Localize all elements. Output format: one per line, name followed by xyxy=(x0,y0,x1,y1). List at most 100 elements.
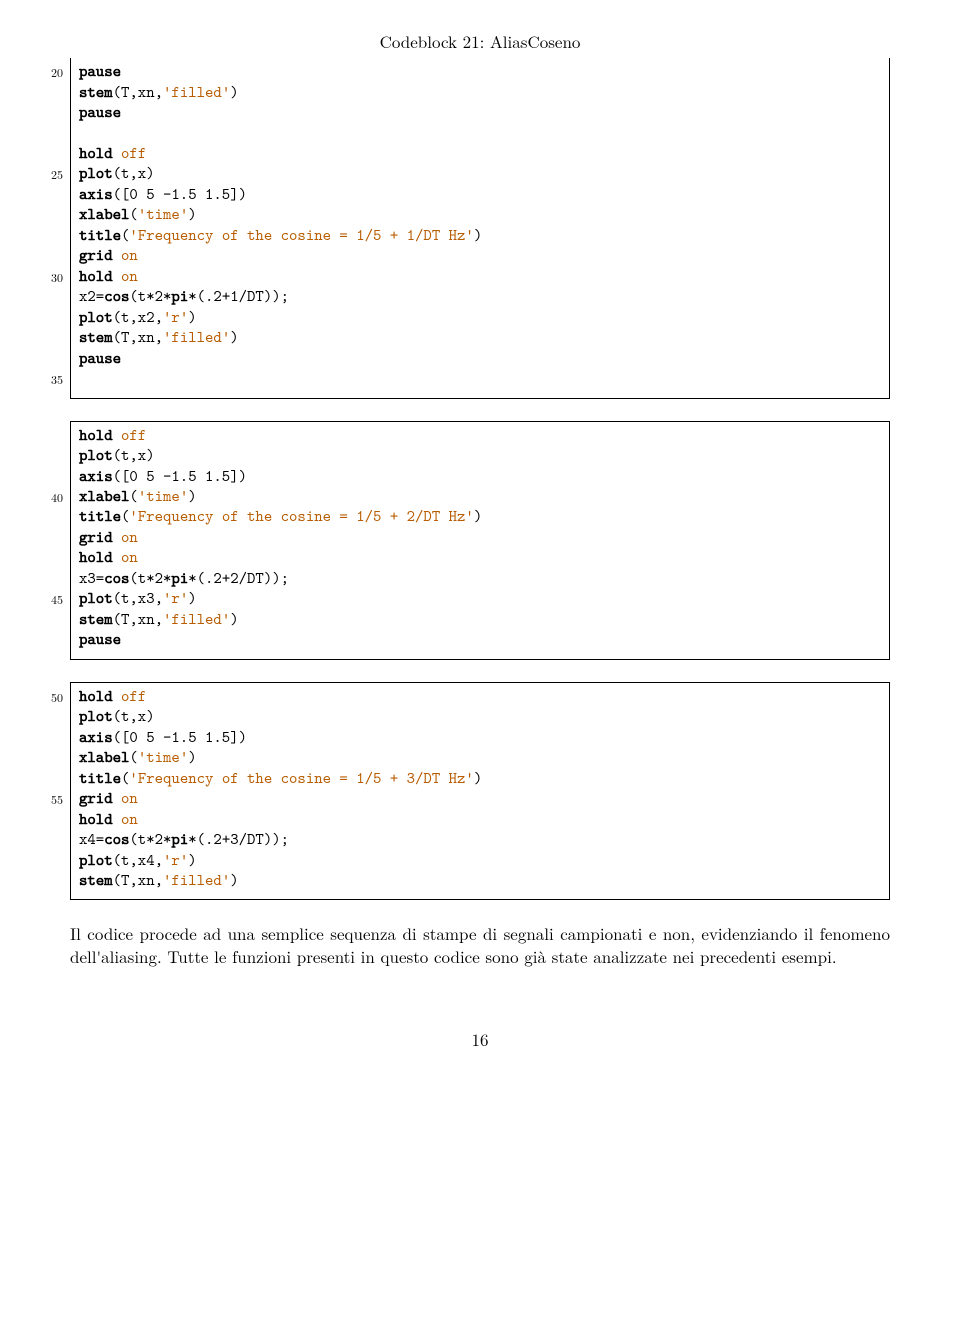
code-content: hold on xyxy=(71,810,138,830)
line-number xyxy=(23,467,71,487)
code-content: title('Frequency of the cosine = 1/5 + 1… xyxy=(71,226,482,246)
code-line: stem(T,xn,'filled') xyxy=(71,871,889,891)
code-content: grid on xyxy=(71,789,138,809)
line-number xyxy=(23,610,71,630)
code-line: plot(t,x4,'r') xyxy=(71,851,889,871)
code-line: axis([0 5 -1.5 1.5]) xyxy=(71,467,889,487)
line-number xyxy=(23,205,71,225)
code-content: plot(t,x) xyxy=(71,164,155,184)
line-number: 25 xyxy=(23,164,71,184)
code-content: plot(t,x4,'r') xyxy=(71,851,197,871)
code-line: x3=cos(t*2*pi*(.2+2/DT)); xyxy=(71,569,889,589)
code-line: 55grid on xyxy=(71,789,889,809)
code-content: pause xyxy=(71,103,121,123)
line-number xyxy=(23,548,71,568)
code-content: hold on xyxy=(71,267,138,287)
code-content: axis([0 5 -1.5 1.5]) xyxy=(71,728,247,748)
code-content: pause xyxy=(71,630,121,650)
line-number xyxy=(23,769,71,789)
code-content: plot(t,x) xyxy=(71,707,155,727)
code-content: stem(T,xn,'filled') xyxy=(71,83,239,103)
code-line: 35 xyxy=(71,369,889,389)
code-content: grid on xyxy=(71,528,138,548)
line-number xyxy=(23,308,71,328)
code-line: plot(t,x2,'r') xyxy=(71,308,889,328)
line-number xyxy=(23,349,71,369)
code-content: pause xyxy=(71,62,121,82)
code-content: x3=cos(t*2*pi*(.2+2/DT)); xyxy=(71,569,289,589)
line-number xyxy=(23,728,71,748)
line-number xyxy=(23,707,71,727)
line-number xyxy=(23,871,71,891)
line-number xyxy=(23,226,71,246)
line-number xyxy=(23,328,71,348)
code-line: grid on xyxy=(71,246,889,266)
code-line: axis([0 5 -1.5 1.5]) xyxy=(71,185,889,205)
line-number xyxy=(23,630,71,650)
line-number: 35 xyxy=(23,369,71,389)
code-line: title('Frequency of the cosine = 1/5 + 1… xyxy=(71,226,889,246)
code-line: grid on xyxy=(71,528,889,548)
code-line: stem(T,xn,'filled') xyxy=(71,610,889,630)
code-line: 40xlabel('time') xyxy=(71,487,889,507)
code-content: pause xyxy=(71,349,121,369)
code-content xyxy=(71,124,87,144)
line-number xyxy=(23,103,71,123)
line-number xyxy=(23,246,71,266)
line-number: 40 xyxy=(23,487,71,507)
code-content: axis([0 5 -1.5 1.5]) xyxy=(71,467,247,487)
code-line: title('Frequency of the cosine = 1/5 + 3… xyxy=(71,769,889,789)
code-line: 20pause xyxy=(71,62,889,82)
line-number xyxy=(23,851,71,871)
line-number xyxy=(23,507,71,527)
code-content: hold off xyxy=(71,687,146,707)
code-content: stem(T,xn,'filled') xyxy=(71,871,239,891)
code-content: x4=cos(t*2*pi*(.2+3/DT)); xyxy=(71,830,289,850)
line-number: 45 xyxy=(23,589,71,609)
code-content: hold off xyxy=(71,144,146,164)
code-content: xlabel('time') xyxy=(71,205,197,225)
code-line: hold off xyxy=(71,426,889,446)
code-content: stem(T,xn,'filled') xyxy=(71,328,239,348)
code-line: 45plot(t,x3,'r') xyxy=(71,589,889,609)
code-content: xlabel('time') xyxy=(71,748,197,768)
line-number xyxy=(23,426,71,446)
code-line: xlabel('time') xyxy=(71,748,889,768)
code-line: plot(t,x) xyxy=(71,446,889,466)
code-content: hold on xyxy=(71,548,138,568)
body-paragraph: Il codice procede ad una semplice sequen… xyxy=(70,922,890,968)
code-line: 50hold off xyxy=(71,687,889,707)
code-line: pause xyxy=(71,349,889,369)
code-content: title('Frequency of the cosine = 1/5 + 2… xyxy=(71,507,482,527)
code-line: pause xyxy=(71,630,889,650)
code-line: hold on xyxy=(71,810,889,830)
line-number xyxy=(23,124,71,144)
line-number xyxy=(23,748,71,768)
line-number: 55 xyxy=(23,789,71,809)
page-number: 16 xyxy=(70,1028,890,1050)
line-number xyxy=(23,810,71,830)
code-line: x2=cos(t*2*pi*(.2+1/DT)); xyxy=(71,287,889,307)
code-line xyxy=(71,124,889,144)
code-content: grid on xyxy=(71,246,138,266)
code-line: x4=cos(t*2*pi*(.2+3/DT)); xyxy=(71,830,889,850)
line-number: 50 xyxy=(23,687,71,707)
codeblocks-container: 20pausestem(T,xn,'filled')pause hold off… xyxy=(70,58,890,900)
code-line: hold on xyxy=(71,548,889,568)
line-number xyxy=(23,528,71,548)
codeblock: 50hold offplot(t,x)axis([0 5 -1.5 1.5])x… xyxy=(70,682,890,901)
line-number xyxy=(23,83,71,103)
line-number xyxy=(23,569,71,589)
line-number xyxy=(23,144,71,164)
code-content: axis([0 5 -1.5 1.5]) xyxy=(71,185,247,205)
line-number xyxy=(23,830,71,850)
code-line: title('Frequency of the cosine = 1/5 + 2… xyxy=(71,507,889,527)
code-content xyxy=(71,369,87,389)
line-number xyxy=(23,446,71,466)
code-line: xlabel('time') xyxy=(71,205,889,225)
code-content: title('Frequency of the cosine = 1/5 + 3… xyxy=(71,769,482,789)
codeblock-caption: Codeblock 21: AliasCoseno xyxy=(70,30,890,52)
code-line: hold off xyxy=(71,144,889,164)
code-content: x2=cos(t*2*pi*(.2+1/DT)); xyxy=(71,287,289,307)
code-line: 30hold on xyxy=(71,267,889,287)
